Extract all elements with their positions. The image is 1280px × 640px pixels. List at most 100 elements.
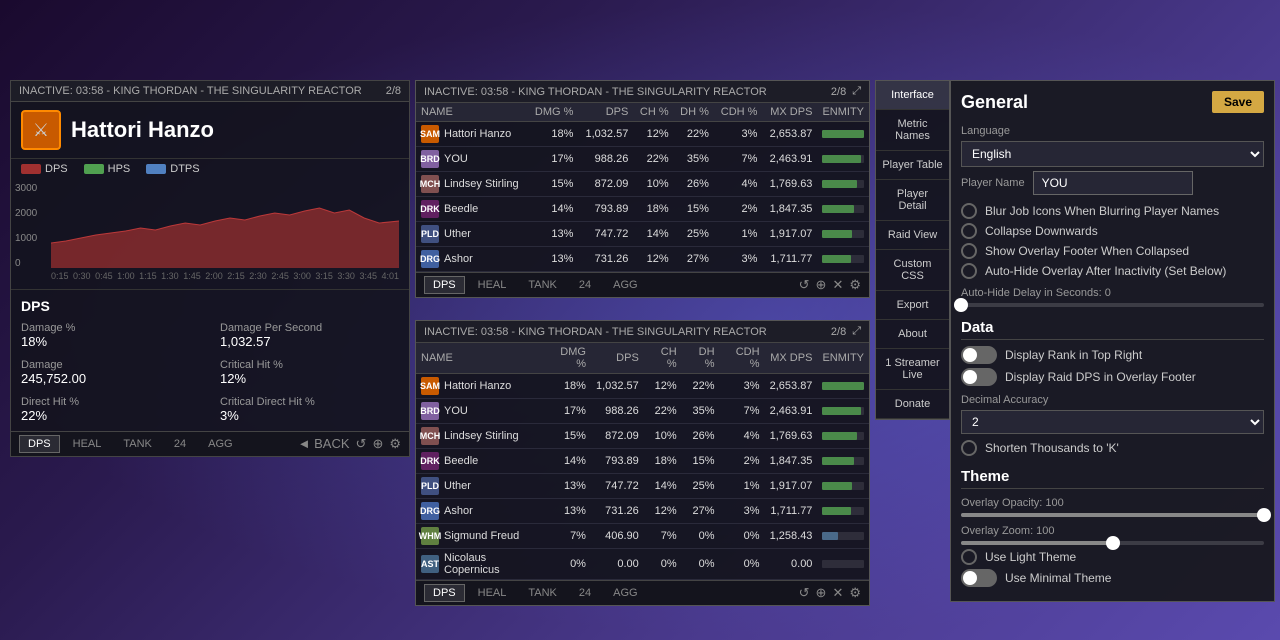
checkbox-footer[interactable]	[961, 243, 977, 259]
crosshair-icon-top[interactable]: ⊕	[816, 277, 827, 293]
sidebar-item-raid-view[interactable]: Raid View	[876, 221, 949, 250]
reset-icon-bottom[interactable]: ↺	[799, 585, 810, 601]
stat-crithit-label: Critical Hit %	[220, 359, 399, 371]
table-row[interactable]: PLD Uther 13% 747.72 14% 25% 1% 1,917.07	[416, 474, 869, 499]
autohide-slider[interactable]	[961, 303, 1264, 307]
checkbox-shorten[interactable]	[961, 440, 977, 456]
table-row[interactable]: SAM Hattori Hanzo 18% 1,032.57 12% 22% 3…	[416, 122, 869, 147]
table-row[interactable]: AST Nicolaus Copernicus 0% 0.00 0% 0% 0%…	[416, 549, 869, 580]
table-row[interactable]: BRD YOU 17% 988.26 22% 35% 7% 2,463.91	[416, 147, 869, 172]
tab-agg[interactable]: AGG	[199, 435, 241, 453]
settings-icon-top[interactable]: ⚙	[849, 277, 861, 293]
overlay-top-tab-tank[interactable]: TANK	[519, 276, 566, 294]
language-select[interactable]: English	[961, 141, 1264, 167]
cell-ch: 22%	[633, 147, 673, 172]
cell-dh: 27%	[674, 247, 714, 272]
expand-icon-bottom[interactable]: ⤢	[852, 325, 861, 338]
table-row[interactable]: DRG Ashor 13% 731.26 12% 27% 3% 1,711.77	[416, 247, 869, 272]
cell-dh: 25%	[674, 222, 714, 247]
cell-mxdps: 1,847.35	[765, 449, 818, 474]
crosshair-icon[interactable]: ⊕	[372, 436, 383, 452]
sidebar-item-donate[interactable]: Donate	[876, 390, 949, 419]
checkbox-autohide[interactable]	[961, 263, 977, 279]
overlay-bottom-tab-dps[interactable]: DPS	[424, 584, 465, 602]
cell-name: BRD YOU	[416, 147, 528, 172]
col-dmg-pct: DMG %	[528, 103, 578, 122]
overlay-top-tab-24[interactable]: 24	[570, 276, 600, 294]
cell-mxdps: 2,463.91	[762, 147, 817, 172]
cell-dmg-pct: 18%	[528, 122, 578, 147]
cell-cdh: 7%	[720, 399, 765, 424]
settings-icon-left[interactable]: ⚙	[389, 436, 401, 452]
back-button[interactable]: ◄ BACK	[298, 436, 350, 452]
table-row[interactable]: MCH Lindsey Stirling 15% 872.09 10% 26% …	[416, 172, 869, 197]
player-name-display: Hattori Hanzo	[71, 117, 214, 143]
checkbox-light-theme[interactable]	[961, 549, 977, 565]
tab-dps[interactable]: DPS	[19, 435, 60, 453]
save-button[interactable]: Save	[1212, 91, 1264, 113]
player-name-cell: YOU	[444, 153, 468, 165]
table-row[interactable]: WHM Sigmund Freud 7% 406.90 7% 0% 0% 1,2…	[416, 524, 869, 549]
left-header-text: INACTIVE: 03:58 - KING THORDAN - THE SIN…	[19, 85, 362, 97]
checkbox-collapse[interactable]	[961, 223, 977, 239]
table-row[interactable]: BRD YOU 17% 988.26 22% 35% 7% 2,463.91	[416, 399, 869, 424]
overlay-bottom-tab-heal[interactable]: HEAL	[469, 584, 516, 602]
overlay-bottom-tab-tank[interactable]: TANK	[519, 584, 566, 602]
enmity-bar-fill	[822, 255, 851, 263]
crosshair-icon-bottom[interactable]: ⊕	[816, 585, 827, 601]
opacity-label: Overlay Opacity: 100	[961, 497, 1264, 509]
table-row[interactable]: DRG Ashor 13% 731.26 12% 27% 3% 1,711.77	[416, 499, 869, 524]
table-row[interactable]: PLD Uther 13% 747.72 14% 25% 1% 1,917.07	[416, 222, 869, 247]
sidebar-item-about[interactable]: About	[876, 320, 949, 349]
overlay-bottom-count: 2/8	[831, 326, 846, 338]
cell-ch: 12%	[633, 247, 673, 272]
cell-dh: 35%	[682, 399, 720, 424]
toggle-display-raid-dps[interactable]	[961, 368, 997, 386]
settings-icon-bottom[interactable]: ⚙	[849, 585, 861, 601]
decimal-select[interactable]: 2 0 1 3	[961, 410, 1264, 434]
toggle-display-rank[interactable]	[961, 346, 997, 364]
enmity-bar-bg	[822, 407, 864, 415]
overlay-bottom-tab-24[interactable]: 24	[570, 584, 600, 602]
tab-heal[interactable]: HEAL	[64, 435, 111, 453]
table-row[interactable]: DRK Beedle 14% 793.89 18% 15% 2% 1,847.3…	[416, 449, 869, 474]
toggle-minimal-theme[interactable]	[961, 569, 997, 587]
expand-icon-top[interactable]: ⤢	[852, 85, 861, 98]
cell-enmity	[817, 474, 869, 499]
cell-dmg-pct: 13%	[528, 222, 578, 247]
stat-dps-val: 1,032.57	[220, 334, 399, 349]
lock-icon-top[interactable]: ✕	[832, 277, 843, 293]
reset-icon-top[interactable]: ↺	[799, 277, 810, 293]
sidebar-item-player-table[interactable]: Player Table	[876, 151, 949, 180]
tab-tank[interactable]: TANK	[114, 435, 161, 453]
sidebar-item-metric-names[interactable]: Metric Names	[876, 110, 949, 151]
player-name-input[interactable]	[1033, 171, 1193, 195]
opacity-slider[interactable]	[961, 513, 1264, 517]
checkbox-blur-job-icons[interactable]	[961, 203, 977, 219]
table-row[interactable]: DRK Beedle 14% 793.89 18% 15% 2% 1,847.3…	[416, 197, 869, 222]
cell-enmity	[817, 172, 869, 197]
cell-name: DRG Ashor	[416, 499, 544, 524]
legend-dtps: DTPS	[146, 163, 199, 175]
overlay-top-tab-heal[interactable]: HEAL	[469, 276, 516, 294]
sidebar-item-interface[interactable]: Interface	[876, 81, 949, 110]
table-row[interactable]: SAM Hattori Hanzo 18% 1,032.57 12% 22% 3…	[416, 374, 869, 399]
sidebar-item-export[interactable]: Export	[876, 291, 949, 320]
table-row[interactable]: MCH Lindsey Stirling 15% 872.09 10% 26% …	[416, 424, 869, 449]
overlay-bottom-tab-agg[interactable]: AGG	[604, 584, 646, 602]
enmity-bar-bg	[822, 432, 864, 440]
player-name-cell: Hattori Hanzo	[444, 128, 511, 140]
tab-24[interactable]: 24	[165, 435, 195, 453]
player-name-cell: Nicolaus Copernicus	[444, 552, 539, 576]
cell-dps: 731.26	[591, 499, 644, 524]
cell-name: SAM Hattori Hanzo	[416, 122, 528, 147]
zoom-slider[interactable]	[961, 541, 1264, 545]
lock-icon-bottom[interactable]: ✕	[832, 585, 843, 601]
reset-icon[interactable]: ↺	[356, 436, 367, 452]
sidebar-item-custom-css[interactable]: Custom CSS	[876, 250, 949, 291]
overlay-top-tab-dps[interactable]: DPS	[424, 276, 465, 294]
overlay-top-tab-agg[interactable]: AGG	[604, 276, 646, 294]
sidebar-item-player-detail[interactable]: Player Detail	[876, 180, 949, 221]
sidebar-item-streamer-live[interactable]: 1 Streamer Live	[876, 349, 949, 390]
option-display-raid-dps: Display Raid DPS in Overlay Footer	[961, 368, 1264, 386]
